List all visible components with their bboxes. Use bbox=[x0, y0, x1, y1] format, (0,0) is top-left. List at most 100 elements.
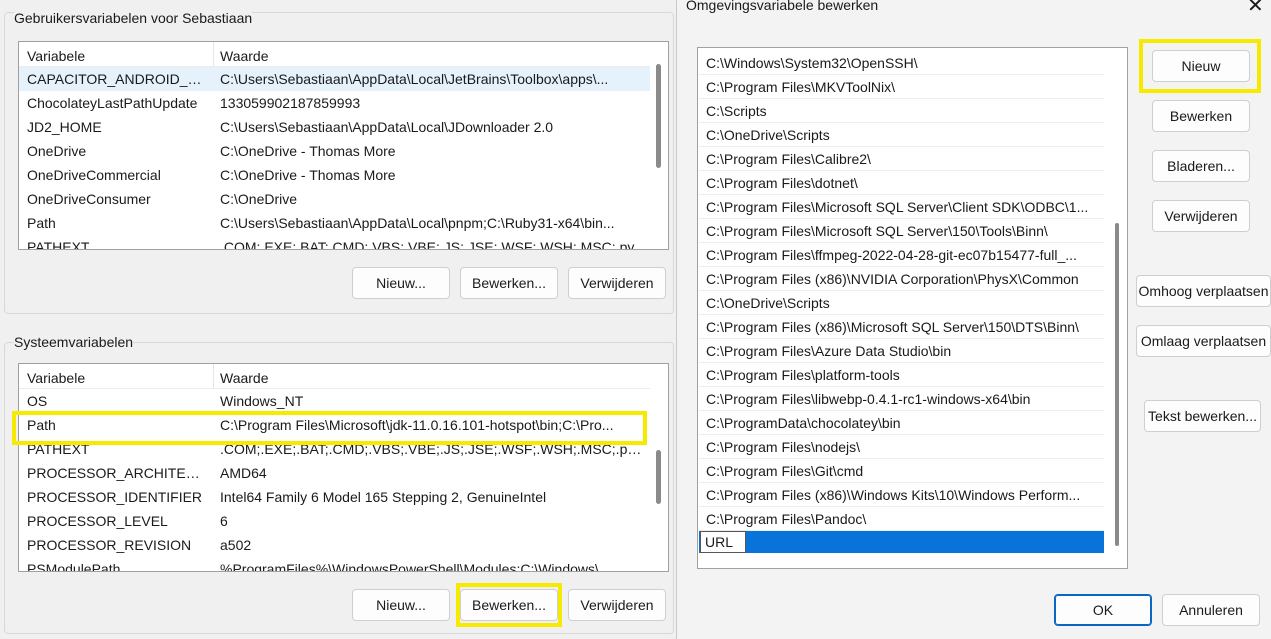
user-delete-button[interactable]: Verwijderen bbox=[568, 267, 666, 299]
table-row[interactable]: CAPACITOR_ANDROID_ST... C:\Users\Sebastia… bbox=[19, 67, 650, 91]
variable-name: PATHEXT bbox=[27, 239, 90, 250]
path-entry-text: C:\Program Files\MKVToolNix\ bbox=[706, 79, 896, 95]
user-variables-title: Gebruikersvariabelen voor Sebastiaan bbox=[14, 10, 253, 26]
path-entry-text: C:\Program Files\libwebp-0.4.1-rc1-windo… bbox=[706, 391, 1031, 407]
path-entry[interactable]: C:\Program Files\MKVToolNix\ bbox=[699, 75, 1104, 99]
path-entry[interactable]: C:\Program Files\Microsoft SQL Server\15… bbox=[699, 219, 1104, 243]
path-entry-text: C:\Scripts bbox=[706, 103, 767, 119]
table-row[interactable]: PROCESSOR_IDENTIFIER Intel64 Family 6 Mod… bbox=[19, 485, 650, 509]
browse-button[interactable]: Bladeren... bbox=[1152, 150, 1250, 182]
variable-name: OneDrive bbox=[27, 143, 87, 159]
path-entry[interactable]: C:\Program Files\Calibre2\ bbox=[699, 147, 1104, 171]
variable-value: C:\Users\Sebastiaan\AppData\Local\pnpm;C… bbox=[220, 215, 615, 231]
table-row[interactable]: OS Windows_NT bbox=[19, 389, 650, 413]
variable-value: C:\OneDrive - Thomas More bbox=[220, 143, 396, 159]
path-entry[interactable]: C:\Program Files (x86)\Microsoft SQL Ser… bbox=[699, 315, 1104, 339]
table-row[interactable]: PROCESSOR_LEVEL 6 bbox=[19, 509, 650, 533]
table-row[interactable]: PATHEXT .COM;.EXE;.BAT;.CMD;.VBS;.VBE;.JS… bbox=[19, 437, 650, 461]
table-row[interactable]: Path C:\Program Files\Microsoft\jdk-11.0.… bbox=[19, 413, 650, 437]
new-button[interactable]: Nieuw bbox=[1152, 50, 1250, 82]
path-entry-text: C:\Program Files\Microsoft SQL Server\15… bbox=[706, 223, 1048, 239]
path-entry[interactable]: C:\Program Files\ffmpeg-2022-04-28-git-e… bbox=[699, 243, 1104, 267]
system-list-scrollbar[interactable] bbox=[650, 364, 668, 571]
user-edit-button[interactable]: Bewerken... bbox=[460, 267, 558, 299]
path-entry[interactable]: C:\Program Files\Pandoc\ bbox=[699, 507, 1104, 531]
environment-variables-window: Gebruikersvariabelen voor Sebastiaan Var… bbox=[0, 0, 676, 639]
path-entry[interactable]: C:\Program Files\nodejs\ bbox=[699, 435, 1104, 459]
table-row[interactable]: OneDriveCommercial C:\OneDrive - Thomas M… bbox=[19, 163, 650, 187]
path-entry[interactable]: C:\OneDrive\Scripts bbox=[699, 123, 1104, 147]
ok-button[interactable]: OK bbox=[1054, 594, 1152, 626]
table-row[interactable]: PROCESSOR_REVISION a502 bbox=[19, 533, 650, 557]
scrollbar-thumb[interactable] bbox=[656, 450, 661, 504]
system-edit-button[interactable]: Bewerken... bbox=[460, 589, 558, 621]
path-entry[interactable]: C:\Program Files\dotnet\ bbox=[699, 171, 1104, 195]
column-header-value[interactable]: Waarde bbox=[220, 48, 269, 64]
table-row[interactable]: OneDrive C:\OneDrive - Thomas More bbox=[19, 139, 650, 163]
variable-value: C:\Users\Sebastiaan\AppData\Local\JDownl… bbox=[220, 119, 554, 135]
user-new-button[interactable]: Nieuw... bbox=[352, 267, 450, 299]
variable-value: Intel64 Family 6 Model 165 Stepping 2, G… bbox=[220, 489, 547, 505]
dialog-title: Omgevingsvariabele bewerken bbox=[686, 0, 879, 13]
edit-environment-variable-dialog: Omgevingsvariabele bewerken ✕ C:\Windows… bbox=[676, 0, 1271, 639]
delete-button[interactable]: Verwijderen bbox=[1152, 200, 1250, 232]
path-entries-list[interactable]: C:\Windows\System32\OpenSSH\ C:\Program F… bbox=[697, 47, 1128, 569]
path-entry[interactable]: C:\Scripts bbox=[699, 99, 1104, 123]
move-up-button[interactable]: Omhoog verplaatsen bbox=[1136, 275, 1271, 307]
table-row[interactable]: JD2_HOME C:\Users\Sebastiaan\AppData\Loca… bbox=[19, 115, 650, 139]
variable-name: OS bbox=[27, 393, 48, 409]
path-entry[interactable]: C:\Program Files\Git\cmd bbox=[699, 459, 1104, 483]
variable-name: PROCESSOR_ARCHITECTU... bbox=[27, 465, 207, 481]
variable-name: OneDriveCommercial bbox=[27, 167, 161, 183]
column-header-value[interactable]: Waarde bbox=[220, 370, 269, 386]
variable-name: OneDriveConsumer bbox=[27, 191, 151, 207]
path-entry-text: C:\OneDrive\Scripts bbox=[706, 295, 830, 311]
path-entry-text: C:\OneDrive\Scripts bbox=[706, 127, 830, 143]
path-entry[interactable]: C:\Program Files\libwebp-0.4.1-rc1-windo… bbox=[699, 387, 1104, 411]
path-entry[interactable]: C:\Program Files\platform-tools bbox=[699, 363, 1104, 387]
column-header-variable[interactable]: Variabele bbox=[27, 48, 85, 64]
path-entry-text: C:\Program Files\Azure Data Studio\bin bbox=[706, 343, 952, 359]
column-divider[interactable] bbox=[213, 42, 214, 66]
variable-name: JD2_HOME bbox=[27, 119, 102, 135]
path-entry[interactable]: C:\Program Files\Microsoft SQL Server\Cl… bbox=[699, 195, 1104, 219]
column-header-variable[interactable]: Variabele bbox=[27, 370, 85, 386]
system-new-button[interactable]: Nieuw... bbox=[352, 589, 450, 621]
path-entry[interactable]: C:\OneDrive\Scripts bbox=[699, 291, 1104, 315]
path-entry[interactable]: C:\Program Files (x86)\NVIDIA Corporatio… bbox=[699, 267, 1104, 291]
variable-value: C:\Users\Sebastiaan\AppData\Local\JetBra… bbox=[220, 71, 609, 87]
user-list-scrollbar[interactable] bbox=[650, 42, 668, 249]
system-variables-list[interactable]: Variabele Waarde OS Windows_NT Path C:\Prog… bbox=[18, 363, 669, 572]
variable-value: .COM;.EXE;.BAT;.CMD;.VBS;.VBE;.JS;.JSE;.… bbox=[220, 441, 642, 457]
path-entry-input[interactable]: URL bbox=[700, 531, 746, 553]
path-list-scrollbar[interactable] bbox=[1108, 48, 1126, 568]
table-row[interactable]: OneDriveConsumer C:\OneDrive bbox=[19, 187, 650, 211]
variable-value: a502 bbox=[220, 537, 252, 553]
user-variables-list[interactable]: Variabele Waarde CAPACITOR_ANDROID_ST...… bbox=[18, 41, 669, 250]
path-entry[interactable]: C:\Program Files\Azure Data Studio\bin bbox=[699, 339, 1104, 363]
cancel-button[interactable]: Annuleren bbox=[1162, 594, 1260, 626]
table-row[interactable]: ChocolateyLastPathUpdate 1330599021878599… bbox=[19, 91, 650, 115]
path-entry-text: C:\Program Files\platform-tools bbox=[706, 367, 900, 383]
move-down-button[interactable]: Omlaag verplaatsen bbox=[1136, 325, 1271, 357]
path-entry[interactable]: C:\ProgramData\chocolatey\bin bbox=[699, 411, 1104, 435]
path-entry[interactable]: C:\Program Files (x86)\Windows Kits\10\W… bbox=[699, 483, 1104, 507]
table-row[interactable]: PROCESSOR_ARCHITECTU... AMD64 bbox=[19, 461, 650, 485]
table-row[interactable]: Path C:\Users\Sebastiaan\AppData\Local\pn… bbox=[19, 211, 650, 235]
path-entry[interactable]: C:\Windows\System32\OpenSSH\ bbox=[699, 51, 1104, 75]
path-entry-editing[interactable]: URL bbox=[699, 531, 1104, 553]
edit-text-button[interactable]: Tekst bewerken... bbox=[1144, 400, 1261, 432]
variable-name: PSModulePath bbox=[27, 561, 121, 572]
table-row[interactable]: PATHEXT .COM;.EXE;.BAT;.CMD;.VBS;.VBE;.JS… bbox=[19, 235, 650, 250]
variable-value: 133059902187859993 bbox=[220, 95, 361, 111]
path-entry-text: C:\Program Files (x86)\Microsoft SQL Ser… bbox=[706, 319, 1079, 335]
path-entry-text: C:\Program Files\Microsoft SQL Server\Cl… bbox=[706, 199, 1089, 215]
table-row[interactable]: PSModulePath %ProgramFiles%\WindowsPowerS… bbox=[19, 557, 650, 572]
scrollbar-thumb[interactable] bbox=[1115, 223, 1119, 546]
column-divider[interactable] bbox=[213, 364, 214, 388]
scrollbar-thumb[interactable] bbox=[656, 64, 661, 168]
edit-button[interactable]: Bewerken bbox=[1152, 100, 1250, 132]
system-delete-button[interactable]: Verwijderen bbox=[568, 589, 666, 621]
close-icon[interactable]: ✕ bbox=[1247, 0, 1264, 16]
variable-value: %ProgramFiles%\WindowsPowerShell\Modules… bbox=[220, 561, 611, 572]
